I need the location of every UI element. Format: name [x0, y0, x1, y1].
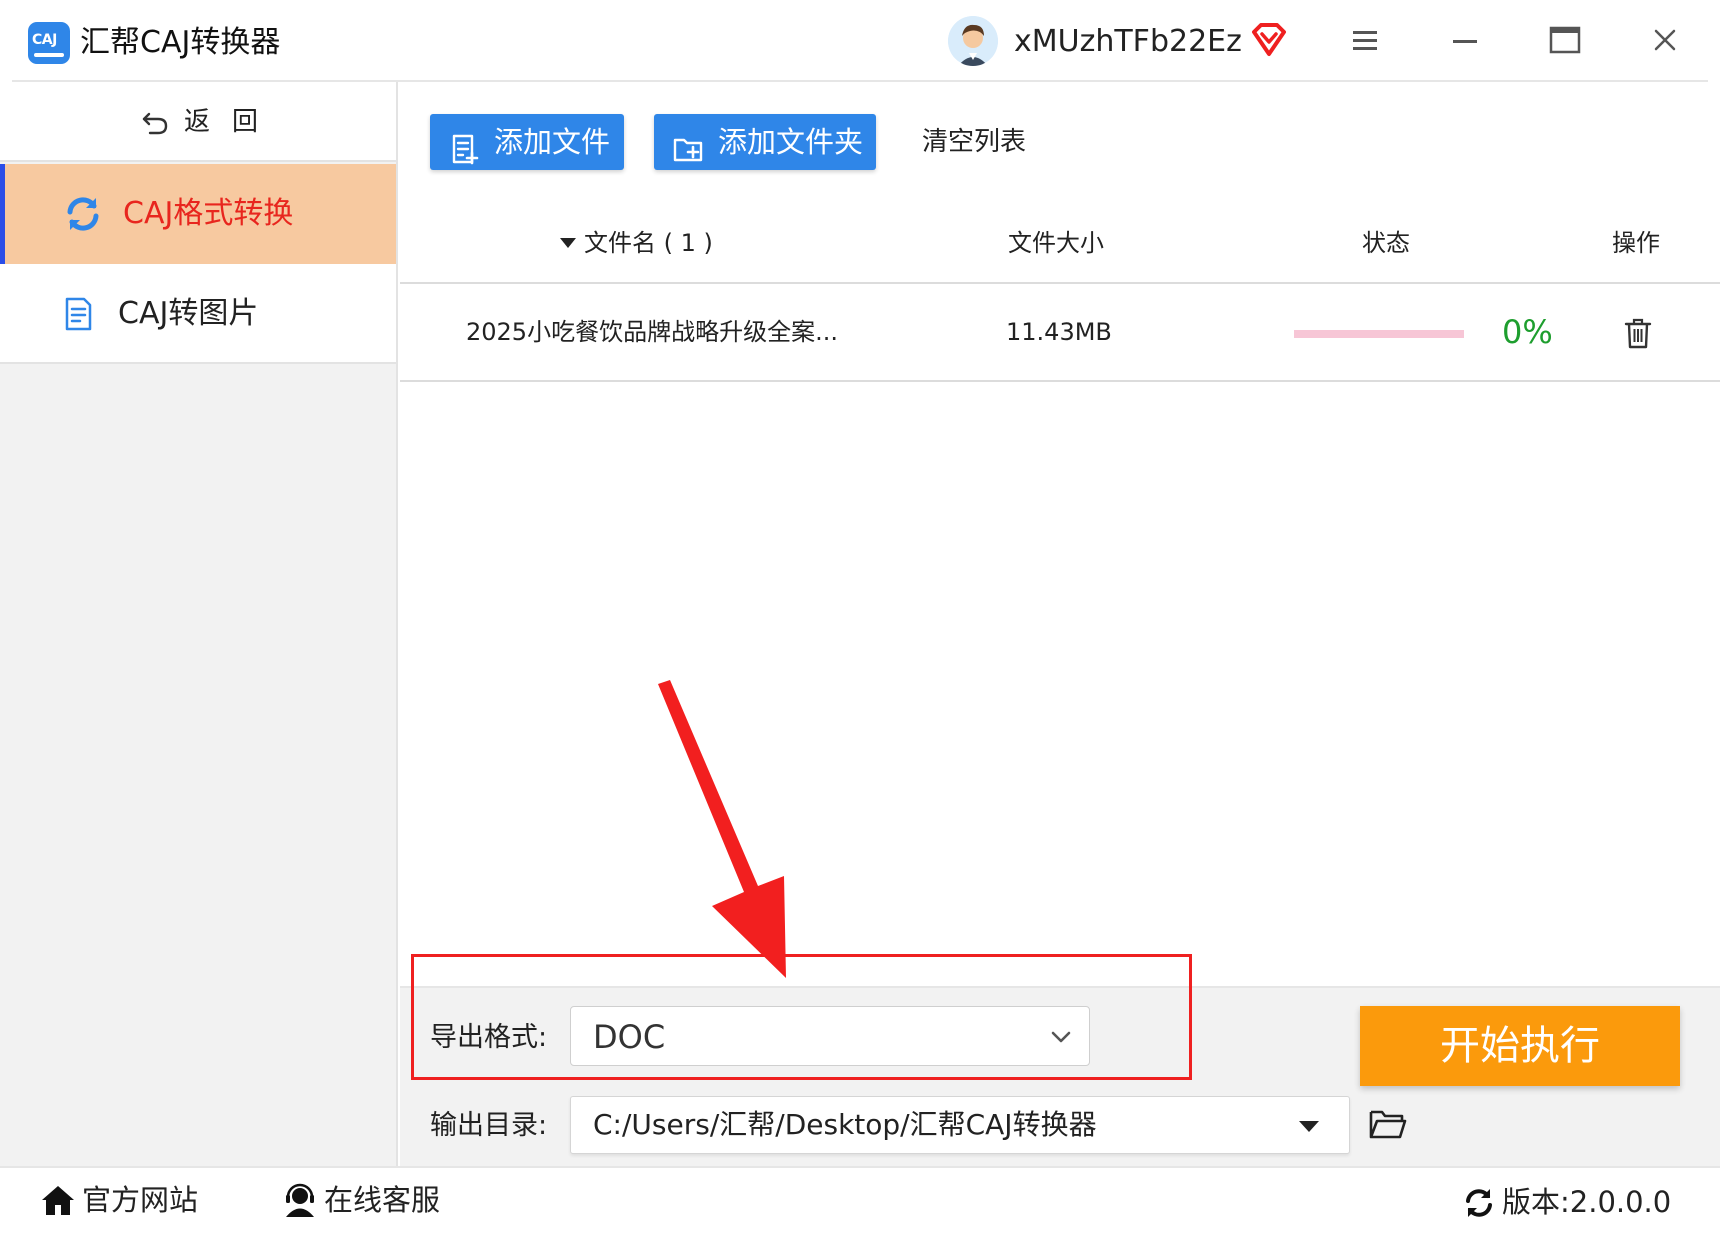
- add-file-button[interactable]: 添加文件: [430, 114, 624, 170]
- column-header-filename[interactable]: 文件名 ( 1 ): [560, 226, 713, 260]
- sidebar: 返回 CAJ格式转换 CAJ转图片: [0, 82, 398, 1166]
- file-table-header: 文件名 ( 1 ) 文件大小 状态 操作: [400, 202, 1720, 284]
- add-folder-button[interactable]: 添加文件夹: [654, 114, 876, 170]
- title-bar: CAJ 汇帮CAJ转换器 xMUzhTFb22Ez: [0, 0, 1720, 82]
- file-size: 11.43MB: [1006, 318, 1112, 346]
- sidebar-item-caj-to-image[interactable]: CAJ转图片: [0, 264, 396, 364]
- document-icon: [58, 294, 98, 334]
- version-label: 版本:2.0.0.0: [1502, 1185, 1672, 1219]
- progress-bar: [1294, 330, 1464, 338]
- footer: 官方网站 在线客服 版本:2.0.0.0: [0, 1166, 1720, 1234]
- column-header-status: 状态: [1362, 229, 1410, 257]
- add-folder-icon: [672, 127, 704, 162]
- sidebar-item-label: CAJ格式转换: [123, 196, 294, 231]
- export-format-select[interactable]: DOC: [570, 1006, 1090, 1066]
- output-dir-label: 输出目录:: [430, 1110, 548, 1141]
- column-filename-label: 文件名 ( 1 ): [584, 229, 713, 257]
- online-support-label: 在线客服: [324, 1183, 441, 1217]
- sync-icon: [1462, 1186, 1496, 1220]
- refresh-icon: [63, 194, 103, 234]
- sidebar-item-label: CAJ转图片: [118, 296, 259, 331]
- sidebar-item-caj-format-convert[interactable]: CAJ格式转换: [0, 164, 396, 264]
- official-site-label: 官方网站: [82, 1183, 199, 1217]
- progress-percent: 0%: [1502, 313, 1553, 351]
- export-format-value: DOC: [593, 1018, 666, 1056]
- app-logo-bar: [34, 53, 64, 57]
- export-format-label: 导出格式:: [430, 1022, 548, 1053]
- app-logo-icon: CAJ: [28, 22, 70, 64]
- table-row[interactable]: 2025小吃餐饮品牌战略升级全案... 11.43MB 0%: [400, 284, 1720, 382]
- output-dir-value: C:/Users/汇帮/Desktop/汇帮CAJ转换器: [593, 1108, 1097, 1141]
- add-folder-label: 添加文件夹: [718, 125, 864, 159]
- vip-diamond-icon[interactable]: [1250, 22, 1288, 58]
- home-icon: [40, 1182, 76, 1218]
- caret-down-icon: [1299, 1121, 1319, 1132]
- maximize-icon[interactable]: [1545, 20, 1585, 60]
- minimize-icon[interactable]: [1445, 20, 1485, 60]
- sort-down-icon: [560, 238, 576, 248]
- close-icon[interactable]: [1645, 20, 1685, 60]
- username[interactable]: xMUzhTFb22Ez: [1014, 20, 1242, 64]
- add-file-label: 添加文件: [494, 125, 611, 159]
- back-arrow-icon: [140, 108, 170, 138]
- back-label: 返回: [184, 107, 281, 137]
- menu-icon[interactable]: [1345, 20, 1385, 60]
- version-info[interactable]: 版本:2.0.0.0: [1462, 1180, 1712, 1224]
- headset-icon: [282, 1182, 318, 1218]
- add-file-icon: [448, 127, 480, 165]
- app-title: 汇帮CAJ转换器: [80, 25, 281, 60]
- clear-list-button[interactable]: 清空列表: [922, 124, 1026, 160]
- open-folder-icon[interactable]: [1368, 1106, 1408, 1142]
- output-settings: 导出格式: DOC 开始执行 输出目录: C:/Users/汇帮/Desktop…: [400, 986, 1720, 1166]
- back-button[interactable]: 返回: [0, 82, 396, 162]
- user-avatar[interactable]: [948, 16, 998, 66]
- trash-icon[interactable]: [1622, 316, 1654, 350]
- chevron-down-icon: [1049, 1025, 1073, 1049]
- column-header-ops: 操作: [1612, 229, 1660, 257]
- app-logo-text: CAJ: [32, 32, 57, 48]
- column-header-size: 文件大小: [1008, 229, 1104, 257]
- file-name: 2025小吃餐饮品牌战略升级全案...: [466, 318, 838, 346]
- start-button[interactable]: 开始执行: [1360, 1006, 1680, 1086]
- output-dir-select[interactable]: C:/Users/汇帮/Desktop/汇帮CAJ转换器: [570, 1096, 1350, 1154]
